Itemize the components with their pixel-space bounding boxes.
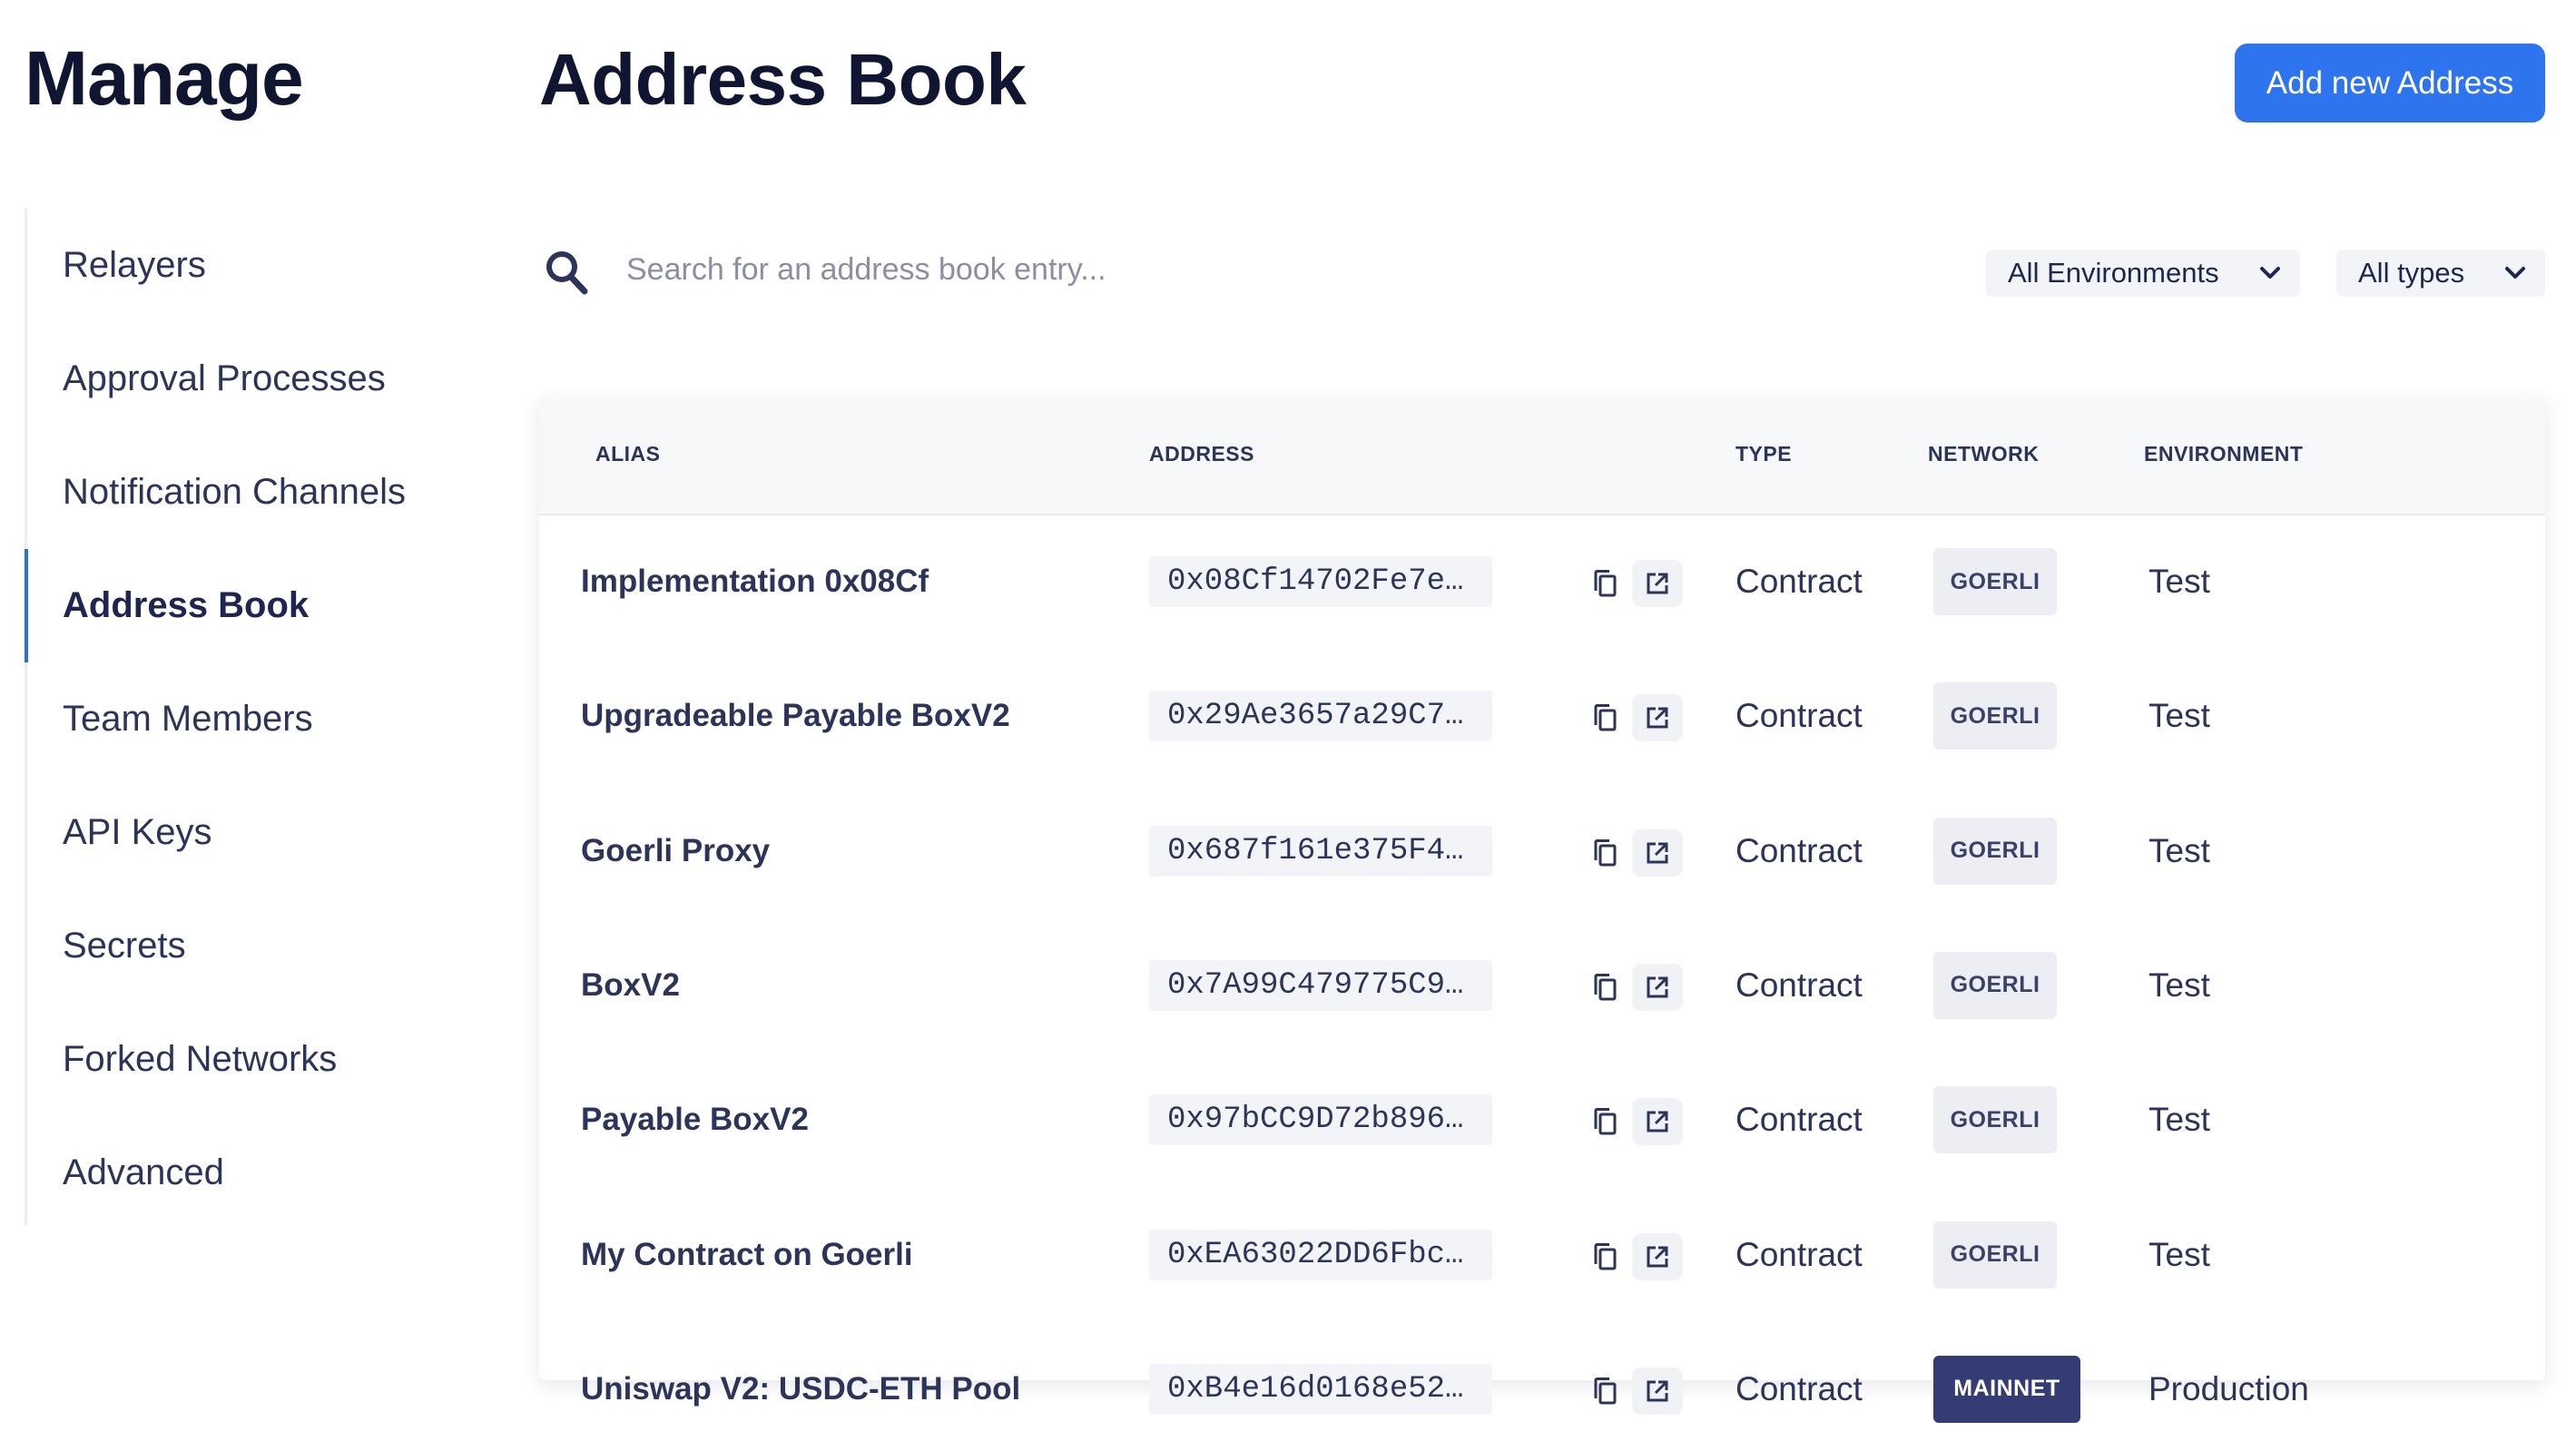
external-link-icon: [1647, 1111, 1668, 1132]
environment-cell: Test: [2148, 1235, 2210, 1273]
sidebar-item-advanced[interactable]: Advanced: [27, 1116, 499, 1230]
open-external-button[interactable]: [1632, 963, 1683, 1011]
environment-cell: Test: [2148, 966, 2210, 1004]
copy-icon: [1594, 570, 1617, 597]
sidebar-item-team-members[interactable]: Team Members: [27, 662, 499, 776]
address-book-table: ALIAS ADDRESS TYPE NETWORK ENVIRONMENT I…: [539, 396, 2545, 1423]
column-header-environment: ENVIRONMENT: [2144, 442, 2304, 466]
copy-icon: [1594, 1108, 1617, 1135]
type-cell: Contract: [1735, 966, 1863, 1004]
add-new-address-button[interactable]: Add new Address: [2235, 44, 2545, 123]
chevron-down-icon: [2260, 267, 2280, 279]
alias-cell: Goerli Proxy: [581, 832, 771, 868]
external-link-icon: [1647, 707, 1668, 729]
table-row[interactable]: Uniswap V2: USDC-ETH Pool 0xB4e16d0168e5…: [539, 1328, 2545, 1451]
network-badge: GOERLI: [1933, 817, 2057, 885]
type-cell: Contract: [1735, 697, 1863, 735]
type-select[interactable]: All types: [2336, 250, 2545, 297]
column-header-alias: ALIAS: [595, 442, 661, 466]
open-external-button[interactable]: [1632, 828, 1683, 877]
open-external-button[interactable]: [1632, 560, 1683, 607]
copy-address-button[interactable]: [1579, 694, 1630, 741]
sidebar-item-secrets[interactable]: Secrets: [27, 889, 499, 1003]
sidebar-nav: Relayers Approval Processes Notification…: [25, 209, 497, 1225]
address-cell: 0x29Ae3657a29C7…: [1149, 691, 1492, 742]
address-cell: 0xEA63022DD6Fbc…: [1149, 1229, 1492, 1280]
open-external-button[interactable]: [1632, 1367, 1683, 1415]
column-header-network: NETWORK: [1928, 442, 2040, 466]
table-row[interactable]: Payable BoxV2 0x97bCC9D72b896… Contract …: [539, 1058, 2545, 1181]
copy-address-button[interactable]: [1579, 829, 1630, 877]
environment-cell: Test: [2148, 831, 2210, 869]
alias-cell: Upgradeable Payable BoxV2: [581, 698, 1010, 734]
network-badge: MAINNET: [1933, 1355, 2080, 1423]
external-link-icon: [1647, 976, 1668, 998]
external-link-icon: [1647, 1380, 1668, 1402]
external-link-icon: [1647, 573, 1668, 594]
search-icon: [546, 251, 588, 295]
copy-address-button[interactable]: [1579, 1098, 1630, 1145]
type-cell: Contract: [1735, 563, 1863, 600]
chevron-down-icon: [2505, 267, 2525, 279]
sidebar: Manage Relayers Approval Processes Notif…: [0, 0, 508, 1425]
search-input[interactable]: [626, 238, 1443, 301]
open-external-button[interactable]: [1632, 694, 1683, 742]
alias-cell: Uniswap V2: USDC-ETH Pool: [581, 1370, 1021, 1407]
copy-address-button[interactable]: [1579, 1233, 1630, 1280]
address-cell: 0x97bCC9D72b896…: [1149, 1094, 1492, 1146]
external-link-icon: [1647, 1246, 1668, 1267]
environment-select[interactable]: All Environments: [1986, 250, 2300, 297]
column-header-type: TYPE: [1735, 442, 1793, 466]
alias-cell: My Contract on Goerli: [581, 1236, 913, 1272]
network-badge: GOERLI: [1933, 951, 2057, 1019]
sidebar-item-relayers[interactable]: Relayers: [27, 209, 499, 322]
type-cell: Contract: [1735, 1101, 1863, 1139]
address-cell: 0xB4e16d0168e52…: [1149, 1363, 1492, 1415]
copy-icon: [1594, 704, 1617, 731]
copy-icon: [1594, 838, 1617, 867]
sidebar-item-notification-channels[interactable]: Notification Channels: [27, 436, 499, 549]
copy-icon: [1594, 1377, 1617, 1405]
alias-cell: Payable BoxV2: [581, 1102, 809, 1138]
copy-address-button[interactable]: [1579, 964, 1630, 1011]
type-cell: Contract: [1735, 1235, 1863, 1273]
table-header: ALIAS ADDRESS TYPE NETWORK ENVIRONMENT: [539, 396, 2545, 515]
alias-cell: BoxV2: [581, 966, 680, 1003]
type-select-value: All types: [2358, 257, 2465, 289]
address-cell: 0x08Cf14702Fe7e…: [1149, 556, 1492, 607]
table-row[interactable]: BoxV2 0x7A99C479775C9… Contract GOERLI T…: [539, 924, 2545, 1047]
sidebar-item-api-keys[interactable]: API Keys: [27, 776, 499, 889]
page-title: Address Book: [539, 39, 1027, 120]
sidebar-item-forked-networks[interactable]: Forked Networks: [27, 1003, 499, 1116]
environment-cell: Test: [2148, 1101, 2210, 1139]
network-badge: GOERLI: [1933, 682, 2057, 750]
network-badge: GOERLI: [1933, 1221, 2057, 1289]
table-row[interactable]: My Contract on Goerli 0xEA63022DD6Fbc… C…: [539, 1193, 2545, 1317]
external-link-icon: [1647, 842, 1668, 864]
sidebar-item-address-book[interactable]: Address Book: [25, 549, 499, 662]
table-row[interactable]: Implementation 0x08Cf 0x08Cf14702Fe7e… C…: [539, 520, 2545, 643]
table-row[interactable]: Goerli Proxy 0x687f161e375F4… Contract G…: [539, 789, 2545, 913]
sidebar-item-approval-processes[interactable]: Approval Processes: [27, 322, 499, 436]
network-badge: GOERLI: [1933, 1086, 2057, 1154]
address-cell: 0x7A99C479775C9…: [1149, 959, 1492, 1011]
type-cell: Contract: [1735, 831, 1863, 869]
copy-icon: [1594, 973, 1617, 1001]
network-badge: GOERLI: [1933, 548, 2057, 615]
open-external-button[interactable]: [1632, 1098, 1683, 1146]
type-cell: Contract: [1735, 1369, 1863, 1407]
environment-cell: Test: [2148, 563, 2210, 600]
sidebar-title: Manage: [25, 35, 304, 121]
environment-cell: Test: [2148, 697, 2210, 735]
environment-cell: Production: [2148, 1369, 2309, 1407]
copy-address-button[interactable]: [1579, 1368, 1630, 1415]
column-header-address: ADDRESS: [1149, 442, 1254, 466]
address-cell: 0x687f161e375F4…: [1149, 825, 1492, 877]
copy-address-button[interactable]: [1579, 560, 1630, 607]
copy-icon: [1594, 1242, 1617, 1270]
alias-cell: Implementation 0x08Cf: [581, 564, 929, 599]
open-external-button[interactable]: [1632, 1232, 1683, 1280]
table-row[interactable]: Upgradeable Payable BoxV2 0x29Ae3657a29C…: [539, 654, 2545, 778]
environment-select-value: All Environments: [2008, 257, 2219, 289]
